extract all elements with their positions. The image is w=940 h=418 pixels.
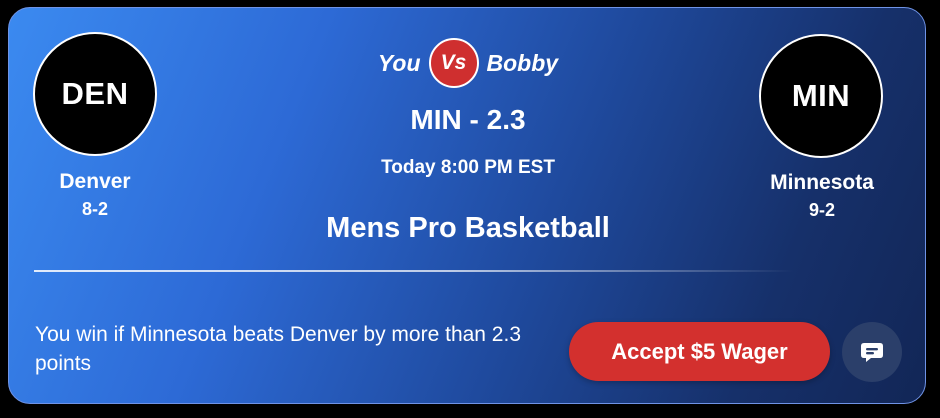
accept-wager-button[interactable]: Accept $5 Wager: [569, 322, 830, 381]
wager-card: DEN Denver 8-2 MIN Minnesota 9-2 You Vs …: [8, 7, 926, 404]
divider: [34, 270, 794, 272]
spread-line: MIN - 2.3: [410, 104, 526, 135]
game-time: Today 8:00 PM EST: [381, 157, 555, 178]
chat-bubble-icon: [859, 339, 885, 365]
vs-badge: Vs: [428, 38, 479, 88]
win-condition-text: You win if Minnesota beats Denver by mor…: [35, 323, 522, 375]
league-name: Mens Pro Basketball: [326, 212, 610, 244]
matchup-header: You Vs Bobby: [9, 38, 925, 88]
chat-button[interactable]: [842, 322, 902, 382]
right-player-name: Bobby: [486, 49, 559, 76]
left-player-name: You: [377, 49, 421, 76]
accept-wager-label: Accept $5 Wager: [611, 338, 788, 364]
vs-label: Vs: [440, 51, 467, 74]
